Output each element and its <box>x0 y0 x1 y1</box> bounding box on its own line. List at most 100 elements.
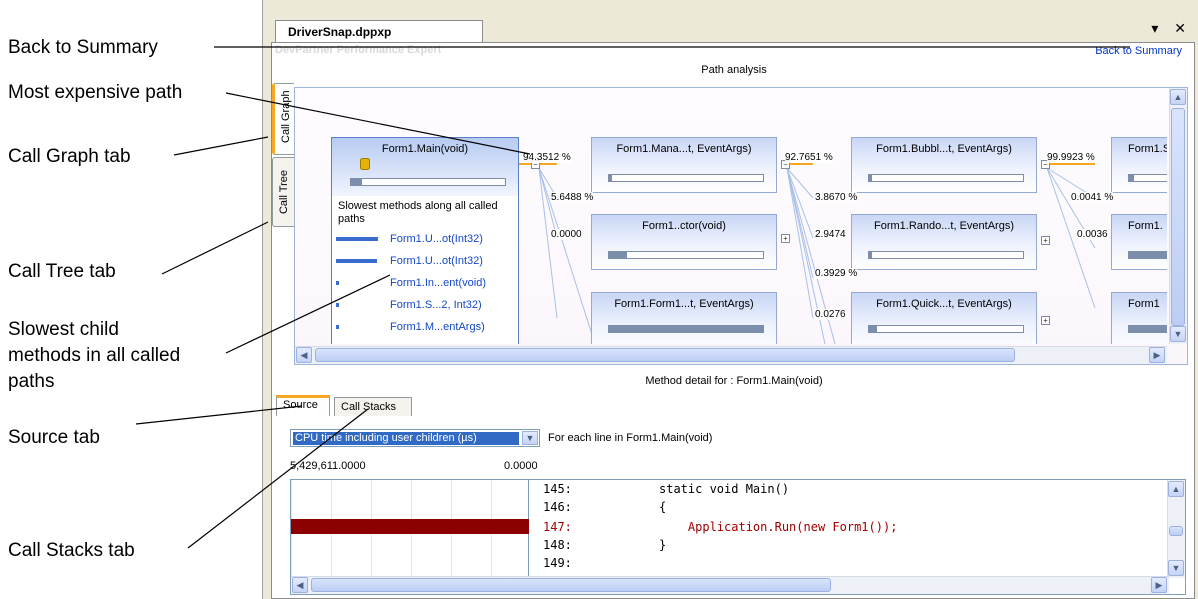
leader-call-tree <box>161 221 269 275</box>
graph-node[interactable]: Form1..ctor(void) <box>591 214 777 270</box>
node-label: Form1.Quick...t, EventArgs) <box>876 298 1012 310</box>
graph-node[interactable]: Form1 <box>1111 292 1167 344</box>
edge-percent: 92.7651 % <box>785 152 833 163</box>
slowest-method-item[interactable]: Form1.M...entArgs) <box>332 318 518 340</box>
scroll-down-button[interactable]: ▼ <box>1170 326 1186 342</box>
graph-node[interactable]: Form1. <box>1111 214 1167 270</box>
scroll-thumb[interactable] <box>315 348 1015 362</box>
edge-percent: 0.0041 % <box>1071 192 1114 203</box>
slowest-method-item[interactable]: Form1.S...2, Int32) <box>332 296 518 318</box>
slowest-method-label[interactable]: Form1.In...ent(void) <box>390 277 486 289</box>
back-to-summary-link[interactable]: Back to Summary <box>1095 45 1182 57</box>
scroll-up-button[interactable]: ▲ <box>1168 481 1184 497</box>
scroll-thumb[interactable] <box>311 578 831 592</box>
line-number: 148: <box>543 538 572 552</box>
code-line[interactable]: 149: <box>531 556 1167 574</box>
slowest-method-label[interactable]: Form1.U...ot(Int32) <box>390 255 483 267</box>
chevron-down-icon[interactable]: ▼ <box>522 431 538 445</box>
main-node-time-fill <box>351 179 362 185</box>
product-watermark: DevPartner Performance Expert <box>275 44 442 56</box>
scroll-right-button[interactable]: ▶ <box>1149 347 1165 363</box>
source-horizontal-scrollbar[interactable]: ◀ ▶ <box>291 576 1169 594</box>
line-time-heatmap <box>291 480 529 578</box>
tab-source[interactable]: Source <box>276 395 330 416</box>
graph-node[interactable]: Form1.Form1...t, EventArgs) <box>591 292 777 344</box>
source-vertical-scrollbar[interactable]: ▲ ▼ <box>1167 480 1185 578</box>
main-node-time-bar <box>350 178 506 186</box>
node-time-fill <box>609 175 613 181</box>
node-time-bar <box>608 251 764 259</box>
node-time-fill <box>1129 252 1167 258</box>
window-controls[interactable]: ▾ ✕ <box>1151 20 1192 37</box>
tab-call-tree[interactable]: Call Tree <box>272 157 294 227</box>
scroll-right-button[interactable]: ▶ <box>1151 577 1167 593</box>
node-time-fill <box>609 326 763 332</box>
scroll-thumb[interactable] <box>1169 526 1183 536</box>
for-each-line-label: For each line in Form1.Main(void) <box>548 432 713 444</box>
node-time-bar <box>1128 251 1167 259</box>
metric-select-value: CPU time including user children (µs) <box>293 432 519 445</box>
slowest-method-label[interactable]: Form1.S...2, Int32) <box>390 299 482 311</box>
node-label: Form1.S <box>1128 143 1167 155</box>
edge-percent: 0.0276 <box>815 309 846 320</box>
code-line[interactable]: 145: static void Main() <box>531 482 1167 500</box>
scroll-left-button[interactable]: ◀ <box>296 347 312 363</box>
edge-percent: 2.9474 <box>815 229 846 240</box>
slowest-method-item[interactable]: Form1.In...ent(void) <box>332 274 518 296</box>
code-line-hot[interactable]: 147: Application.Run(new Form1()); <box>531 520 1167 538</box>
slowest-method-bar <box>336 281 339 285</box>
source-view[interactable]: 145: static void Main() 146: { 147: Applic… <box>290 479 1186 595</box>
slowest-method-label[interactable]: Form1.M...entArgs) <box>390 321 485 333</box>
performance-expert-window: DriverSnap.dppxp ▾ ✕ DevPartner Performa… <box>262 0 1198 599</box>
code-line[interactable]: 146: { <box>531 500 1167 518</box>
metric-select[interactable]: CPU time including user children (µs) ▼ <box>290 429 540 447</box>
callout-back-to-summary: Back to Summary <box>8 37 158 58</box>
callout-call-graph-tab: Call Graph tab <box>8 146 131 167</box>
edge-percent: 0.3929 % <box>815 268 858 279</box>
graph-node[interactable]: Form1.S <box>1111 137 1167 193</box>
tab-call-stacks[interactable]: Call Stacks <box>334 397 412 416</box>
slowest-method-item[interactable]: Form1.U...ot(Int32) <box>332 230 518 252</box>
slowest-method-bar <box>336 237 378 241</box>
scroll-down-button[interactable]: ▼ <box>1168 560 1184 576</box>
code-line[interactable]: 148:} <box>531 538 1167 556</box>
scroll-up-button[interactable]: ▲ <box>1170 89 1186 105</box>
node-time-fill <box>609 252 628 258</box>
node-time-bar <box>868 325 1024 333</box>
line-number: 146: <box>543 500 572 514</box>
line-text: { <box>659 500 667 514</box>
source-code[interactable]: 145: static void Main() 146: { 147: Applic… <box>531 480 1167 578</box>
line-text: Application.Run(new Form1()); <box>659 520 898 534</box>
line-number: 147: <box>543 520 572 534</box>
main-method-node[interactable]: Form1.Main(void) Slowest methods along a… <box>331 137 519 344</box>
main-node-header: Form1.Main(void) <box>332 138 518 196</box>
scroll-thumb[interactable] <box>1171 108 1185 326</box>
expand-node[interactable]: + <box>1041 316 1050 325</box>
node-label: Form1.Rando...t, EventArgs) <box>874 220 1014 232</box>
node-time-fill <box>869 175 873 181</box>
node-label: Form1 <box>1128 298 1160 310</box>
call-graph-panel: Form1.Main(void) Slowest methods along a… <box>294 87 1188 365</box>
slowest-method-item[interactable]: Form1.U...ot(Int32) <box>332 252 518 274</box>
expand-node[interactable]: + <box>781 234 790 243</box>
expand-node[interactable]: + <box>1041 236 1050 245</box>
graph-node[interactable]: Form1.Quick...t, EventArgs) <box>851 292 1037 344</box>
call-graph-canvas[interactable]: Form1.Main(void) Slowest methods along a… <box>295 88 1167 344</box>
graph-node[interactable]: Form1.Rando...t, EventArgs) <box>851 214 1037 270</box>
path-analysis-title: Path analysis <box>701 64 767 76</box>
callout-call-stacks-tab: Call Stacks tab <box>8 540 135 561</box>
scroll-left-button[interactable]: ◀ <box>292 577 308 593</box>
slowest-methods-title: Slowest methods along all called paths <box>338 200 498 225</box>
edge-percent: 3.8670 % <box>815 192 858 203</box>
document-body: DevPartner Performance Expert Back to Su… <box>271 42 1195 599</box>
document-tab[interactable]: DriverSnap.dppxp <box>275 20 483 42</box>
graph-horizontal-scrollbar[interactable]: ◀ ▶ <box>295 346 1167 364</box>
graph-node[interactable]: Form1.Bubbl...t, EventArgs) <box>851 137 1037 193</box>
tab-call-graph[interactable]: Call Graph <box>272 83 294 155</box>
node-time-fill <box>869 252 873 258</box>
slowest-method-bar <box>336 325 339 329</box>
graph-node[interactable]: Form1.Mana...t, EventArgs) <box>591 137 777 193</box>
slowest-method-label[interactable]: Form1.U...ot(Int32) <box>390 233 483 245</box>
node-time-fill <box>1129 175 1134 181</box>
graph-vertical-scrollbar[interactable]: ▲ ▼ <box>1169 88 1187 344</box>
